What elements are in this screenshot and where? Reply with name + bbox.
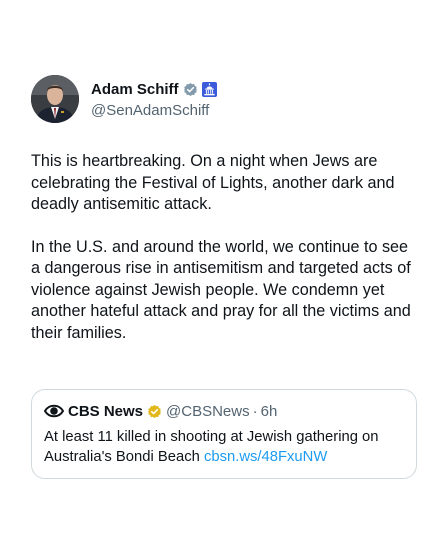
profile-photo-icon <box>31 75 79 123</box>
author-handle[interactable]: @SenAdamSchiff <box>91 102 217 119</box>
author-names: Adam Schiff @SenAdamSchiff <box>91 80 217 119</box>
author-display-name[interactable]: Adam Schiff <box>91 81 179 98</box>
post-body: This is heartbreaking. On a night when J… <box>31 151 421 344</box>
author-avatar[interactable] <box>31 75 79 123</box>
post-header: Adam Schiff @SenAdamSchiff <box>31 74 421 124</box>
quoted-post-link[interactable]: cbsn.ws/48FxuNW <box>204 449 327 465</box>
quoted-author-display-name[interactable]: CBS News <box>68 403 143 420</box>
quoted-timestamp[interactable]: 6h <box>261 403 278 420</box>
verified-gray-badge-icon <box>183 82 198 97</box>
quoted-post-header: CBS News @CBSNews · 6h <box>44 401 404 421</box>
cbs-eye-logo-icon[interactable] <box>44 401 64 421</box>
quoted-author-handle[interactable]: @CBSNews <box>166 403 250 420</box>
post-paragraph-1: This is heartbreaking. On a night when J… <box>31 152 395 213</box>
quoted-post[interactable]: CBS News @CBSNews · 6h At least 11 kille… <box>31 389 417 479</box>
verified-gold-badge-icon <box>147 404 162 419</box>
post-paragraph-2: In the U.S. and around the world, we con… <box>31 237 411 342</box>
us-capitol-badge-icon[interactable] <box>201 82 217 97</box>
author-name-row: Adam Schiff <box>91 80 217 100</box>
quoted-separator: · <box>252 402 258 420</box>
post: Adam Schiff @SenAdamSchiff This is heart… <box>31 74 421 344</box>
quoted-post-body: At least 11 killed in shooting at Jewish… <box>44 427 404 467</box>
